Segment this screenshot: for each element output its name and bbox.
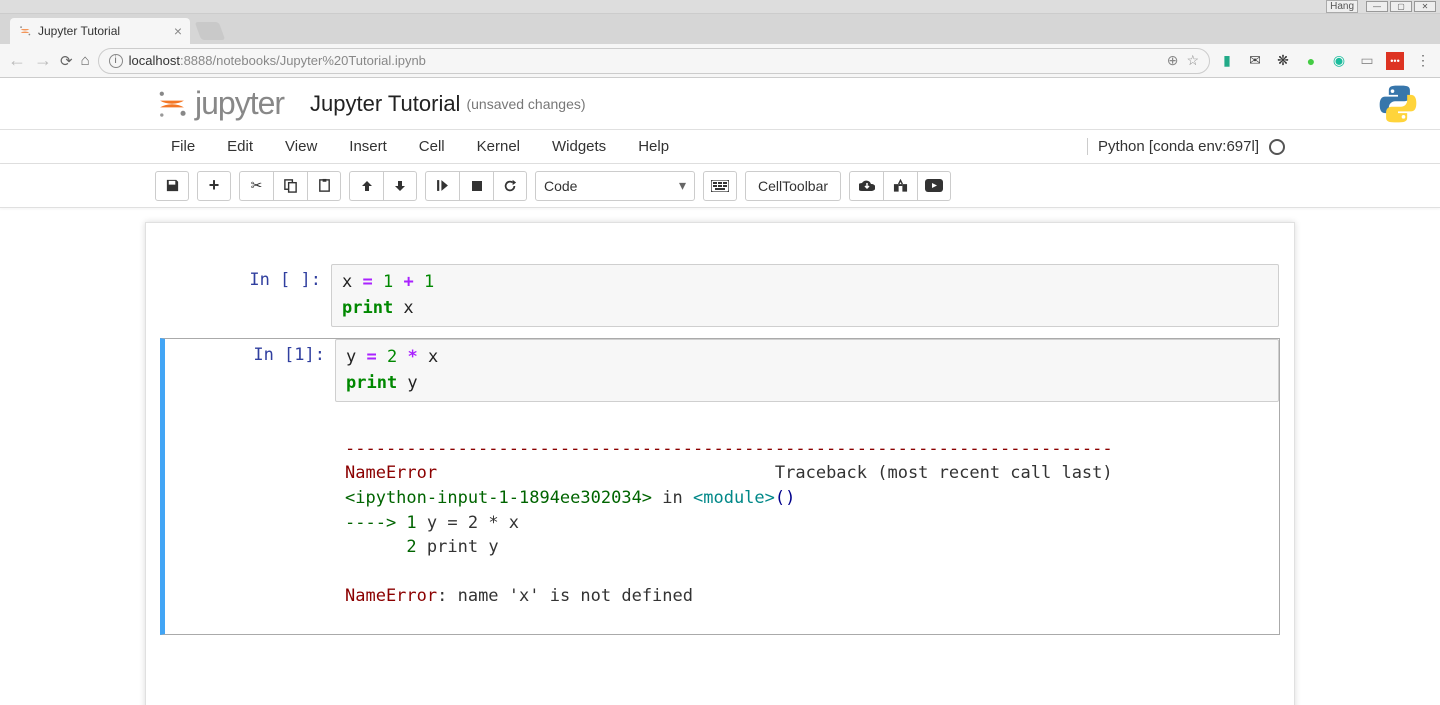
hang-label: Hang [1326,0,1358,13]
video-button[interactable] [917,171,951,201]
python-logo-icon [1376,82,1420,126]
download-button[interactable] [849,171,883,201]
in-word: in [652,488,693,508]
forward-button[interactable]: → [34,50,52,71]
module-ref: <module> [693,488,775,508]
address-bar[interactable]: i localhost:8888/notebooks/Jupyter%20Tut… [98,48,1210,74]
command-palette-button[interactable] [703,171,737,201]
reload-button[interactable]: ⟳ [60,52,73,70]
browser-tab-strip: Jupyter Tutorial × [0,14,1440,44]
tab-title: Jupyter Tutorial [38,24,168,38]
input-prompt: In [ ]: [161,264,331,327]
mail-icon[interactable]: ✉ [1246,52,1264,70]
kernel-name[interactable]: Python [conda env:697l] [1087,138,1259,155]
chrome-menu-button[interactable]: ⋮ [1414,52,1432,70]
input-prompt: In [1]: [165,339,335,634]
toolbar: + ✂ Code CellToolbar [0,164,1440,208]
code-input[interactable]: y = 2 * x print y [335,339,1279,402]
window-minimize-button[interactable]: — [1366,1,1388,12]
error-name: NameError [345,463,437,483]
restart-button[interactable] [493,171,527,201]
jupyter-header: jupyter Jupyter Tutorial (unsaved change… [0,78,1440,130]
jupyter-favicon-icon [18,24,32,38]
paste-button[interactable] [307,171,341,201]
notebook-name[interactable]: Jupyter Tutorial [310,91,460,117]
menu-help[interactable]: Help [622,138,685,155]
move-down-button[interactable] [383,171,417,201]
save-button[interactable] [155,171,189,201]
window-titlebar: Hang — ▢ ✕ [0,0,1440,14]
ipython-input-ref: <ipython-input-1-1894ee302034> [345,488,652,508]
save-status: (unsaved changes) [466,96,585,112]
window-maximize-button[interactable]: ▢ [1390,1,1412,12]
jupyter-logo[interactable]: jupyter [155,85,284,122]
arrow: ----> [345,513,406,533]
extension-dot-icon[interactable]: ● [1302,52,1320,70]
output-area: ----------------------------------------… [335,412,1279,634]
home-button[interactable]: ⌂ [81,52,90,69]
cell-toolbar-button[interactable]: CellToolbar [745,171,841,201]
code-input[interactable]: x = 1 + 1 print x [331,264,1279,327]
browser-toolbar: ← → ⟳ ⌂ i localhost:8888/notebooks/Jupyt… [0,44,1440,78]
menubar: File Edit View Insert Cell Kernel Widget… [0,130,1440,164]
line-no: 2 [345,537,417,557]
traceback-code: y = 2 * x [417,513,519,533]
code-cell[interactable]: In [1]: y = 2 * x print y --------------… [160,338,1280,635]
cell-type-select[interactable]: Code [535,171,695,201]
bookmark-star-icon[interactable]: ☆ [1186,52,1199,69]
tab-close-button[interactable]: × [174,23,182,39]
cell-type-value: Code [544,178,577,194]
run-button[interactable] [425,171,459,201]
evernote-icon[interactable]: ❋ [1274,52,1292,70]
traceback-code: print y [417,537,499,557]
grammarly-icon[interactable]: ◉ [1330,52,1348,70]
url-path: :8888/notebooks/Jupyter%20Tutorial.ipynb [180,53,426,68]
site-info-icon[interactable]: i [109,54,123,68]
menu-edit[interactable]: Edit [211,138,269,155]
code-cell[interactable]: In [ ]: x = 1 + 1 print x [160,263,1280,328]
zoom-icon[interactable]: ⊕ [1167,52,1179,69]
jupyter-logo-icon [155,87,189,121]
browser-extensions: ▮ ✉ ❋ ● ◉ ▭ ••• ⋮ [1218,52,1432,70]
page-content: jupyter Jupyter Tutorial (unsaved change… [0,78,1440,705]
jupyter-logo-text: jupyter [195,85,284,122]
notebook-container: In [ ]: x = 1 + 1 print x In [1]: y = 2 … [145,222,1295,705]
move-up-button[interactable] [349,171,383,201]
error-message: : name 'x' is not defined [437,586,693,606]
menu-insert[interactable]: Insert [333,138,403,155]
line-no: 1 [406,513,416,533]
browser-tab[interactable]: Jupyter Tutorial × [10,18,190,44]
interrupt-button[interactable] [459,171,493,201]
extension-icon[interactable]: ▭ [1358,52,1376,70]
menu-widgets[interactable]: Widgets [536,138,622,155]
parens: () [775,488,795,508]
menu-cell[interactable]: Cell [403,138,461,155]
url-host: localhost [129,53,180,68]
add-cell-button[interactable]: + [197,171,231,201]
traceback-label: Traceback (most recent call last) [775,463,1113,483]
extension-icon[interactable]: ▮ [1218,52,1236,70]
window-close-button[interactable]: ✕ [1414,1,1436,12]
lastpass-icon[interactable]: ••• [1386,52,1404,70]
traceback-separator: ----------------------------------------… [345,439,1113,459]
kernel-indicator-icon[interactable] [1269,139,1285,155]
menu-file[interactable]: File [155,138,211,155]
menu-kernel[interactable]: Kernel [461,138,536,155]
new-tab-button[interactable] [195,22,226,40]
back-button[interactable]: ← [8,50,26,71]
copy-button[interactable] [273,171,307,201]
menu-view[interactable]: View [269,138,333,155]
cut-button[interactable]: ✂ [239,171,273,201]
share-button[interactable] [883,171,917,201]
error-name: NameError [345,586,437,606]
